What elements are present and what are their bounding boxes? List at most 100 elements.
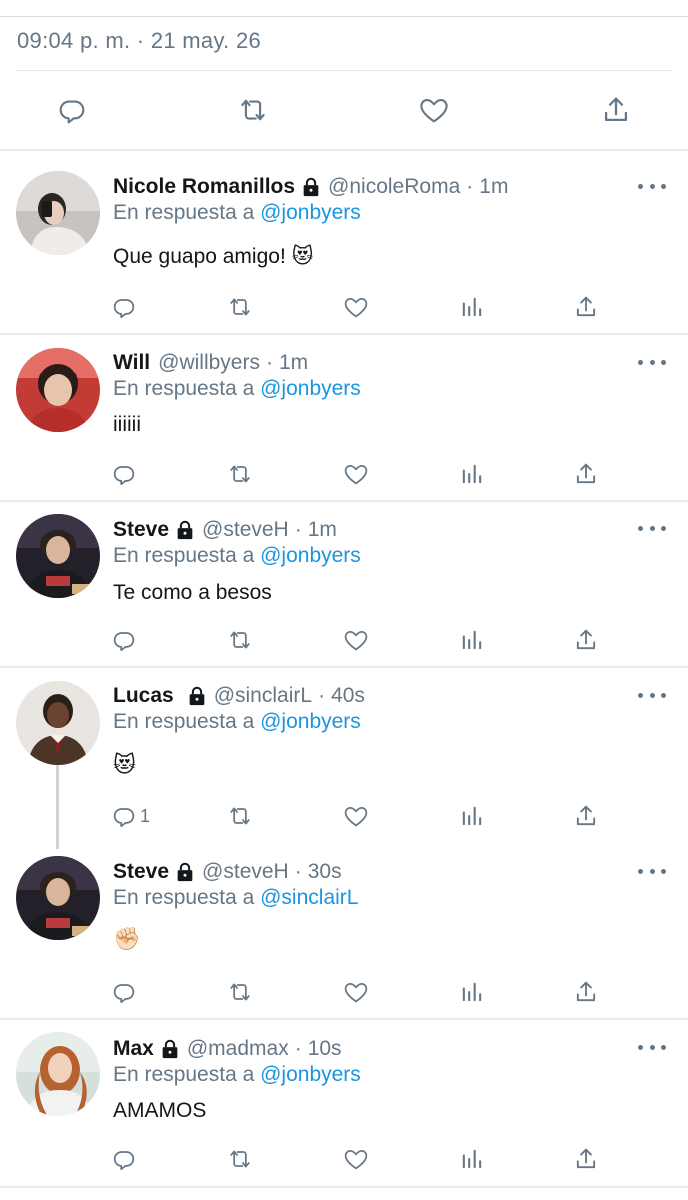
like-button[interactable] [412,88,456,132]
retweet-button[interactable] [226,799,254,833]
reply-tweet[interactable]: Lucas @sinclairL · 40s En respuesta a @jonb… [0,668,688,840]
avatar[interactable] [16,1032,100,1116]
reply-time: 1m [307,518,337,541]
reply-action-bar: 1 [110,799,610,833]
reply-text: iiiiii [113,413,141,436]
mention-link[interactable]: @jonbyers [260,710,361,733]
reply-icon [110,626,138,654]
mention-link[interactable]: @jonbyers [260,377,361,400]
analytics-icon [458,1145,486,1173]
reply-action-bar [110,290,610,324]
reply-button[interactable] [110,975,138,1009]
more-options-button[interactable] [638,355,666,369]
share-button[interactable] [572,975,600,1009]
avatar[interactable] [16,856,100,940]
display-name[interactable]: Lucas [113,683,174,709]
display-name[interactable]: Steve [113,859,169,885]
more-options-button[interactable] [638,521,666,535]
like-button[interactable] [342,290,370,324]
reply-button[interactable] [110,457,138,491]
retweet-icon [226,293,254,321]
analytics-button[interactable] [458,1142,486,1176]
handle[interactable]: @nicoleRoma [328,174,460,200]
reply-tweet[interactable]: Will @willbyers · 1m En respuesta a @jonbye… [0,335,688,500]
replying-to: En respuesta a @sinclairL [113,885,668,911]
share-button[interactable] [572,290,600,324]
reply-icon [110,293,138,321]
avatar[interactable] [16,348,100,432]
handle[interactable]: @steveH [202,517,289,543]
reply-tweet[interactable]: Steve @steveH · 30s En respuesta a @sinclai… [0,843,688,1018]
reply-button[interactable] [110,1142,138,1176]
analytics-button[interactable] [458,975,486,1009]
reply-action-bar [110,457,610,491]
reply-icon [55,93,89,127]
more-options-button[interactable] [638,688,666,702]
avatar[interactable] [16,171,100,255]
reply-button[interactable] [110,623,138,657]
mention-link[interactable]: @jonbyers [260,1063,361,1086]
handle[interactable]: @sinclairL [214,683,312,709]
display-name[interactable]: Nicole Romanillos [113,174,295,200]
analytics-button[interactable] [458,290,486,324]
lock-icon [174,519,196,541]
reply-button[interactable]: 1 [110,799,150,833]
reply-icon [110,802,138,830]
reply-icon [110,978,138,1006]
like-icon [342,978,370,1006]
analytics-button[interactable] [458,623,486,657]
display-name[interactable]: Max [113,1036,154,1062]
retweet-button[interactable] [226,457,254,491]
mention-link[interactable]: @jonbyers [260,201,361,224]
more-options-button[interactable] [638,179,666,193]
retweet-button[interactable] [226,623,254,657]
retweet-button[interactable] [226,975,254,1009]
share-button[interactable] [572,799,600,833]
like-icon [342,460,370,488]
analytics-icon [458,978,486,1006]
mention-link[interactable]: @jonbyers [260,544,361,567]
reply-tweet[interactable]: Steve @steveH · 1m En respuesta a @jonbyers… [0,502,688,666]
retweet-icon [226,802,254,830]
share-button[interactable] [594,88,638,132]
more-options-button[interactable] [638,864,666,878]
replying-prefix: En respuesta a [113,377,255,400]
reply-button[interactable] [50,88,94,132]
avatar[interactable] [16,514,100,598]
share-button[interactable] [572,1142,600,1176]
mention-link[interactable]: @sinclairL [260,886,358,909]
separator-dot: · [265,351,273,374]
display-name[interactable]: Will [113,350,150,376]
separator-dot: · [466,175,474,198]
reply-action-bar [110,975,610,1009]
more-options-button[interactable] [638,1040,666,1054]
analytics-icon [458,802,486,830]
share-icon [572,1145,600,1173]
reply-button[interactable] [110,290,138,324]
like-button[interactable] [342,457,370,491]
handle[interactable]: @madmax [187,1036,289,1062]
retweet-button[interactable] [226,1142,254,1176]
handle[interactable]: @willbyers [158,350,260,376]
display-name[interactable]: Steve [113,517,169,543]
analytics-button[interactable] [458,457,486,491]
reply-tweet[interactable]: Nicole Romanillos @nicoleRoma · 1m En respu… [0,152,688,333]
like-button[interactable] [342,1142,370,1176]
retweet-button[interactable] [226,290,254,324]
replying-prefix: En respuesta a [113,710,255,733]
retweet-icon [226,626,254,654]
like-icon [342,293,370,321]
share-button[interactable] [572,623,600,657]
share-icon [572,626,600,654]
handle[interactable]: @steveH [202,859,289,885]
like-button[interactable] [342,975,370,1009]
share-button[interactable] [572,457,600,491]
analytics-icon [458,460,486,488]
tweet-action-bar [0,88,688,132]
like-button[interactable] [342,623,370,657]
reply-tweet[interactable]: Max @madmax · 10s En respuesta a @jonbyers … [0,1020,688,1186]
analytics-button[interactable] [458,799,486,833]
like-button[interactable] [342,799,370,833]
retweet-button[interactable] [231,88,275,132]
avatar[interactable] [16,681,100,765]
